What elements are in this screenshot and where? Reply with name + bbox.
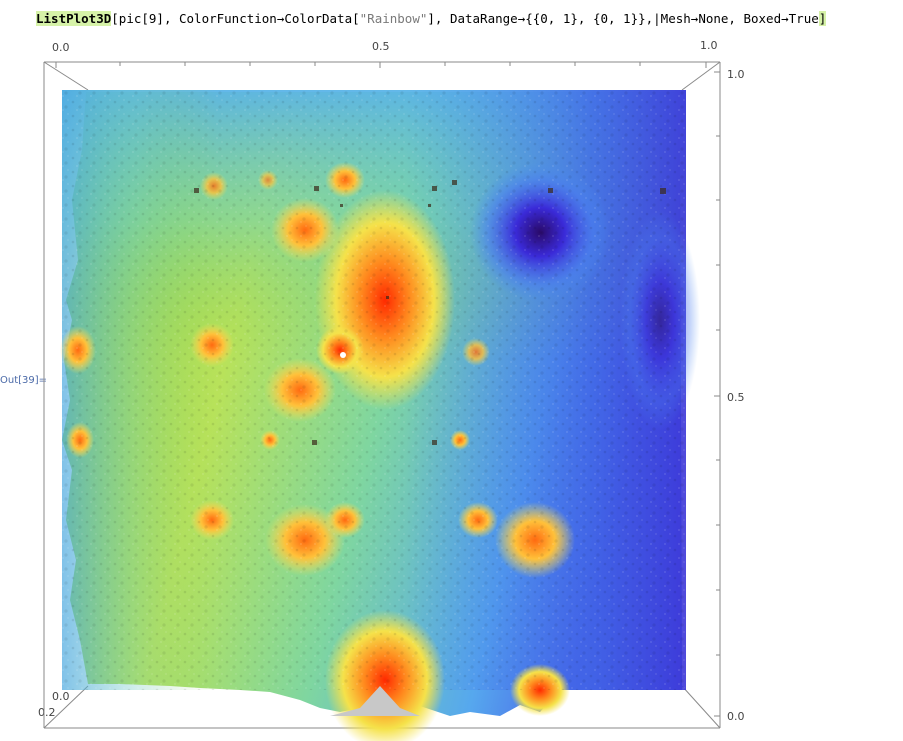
surface [60, 90, 700, 741]
plot-3d[interactable] [0, 0, 903, 741]
